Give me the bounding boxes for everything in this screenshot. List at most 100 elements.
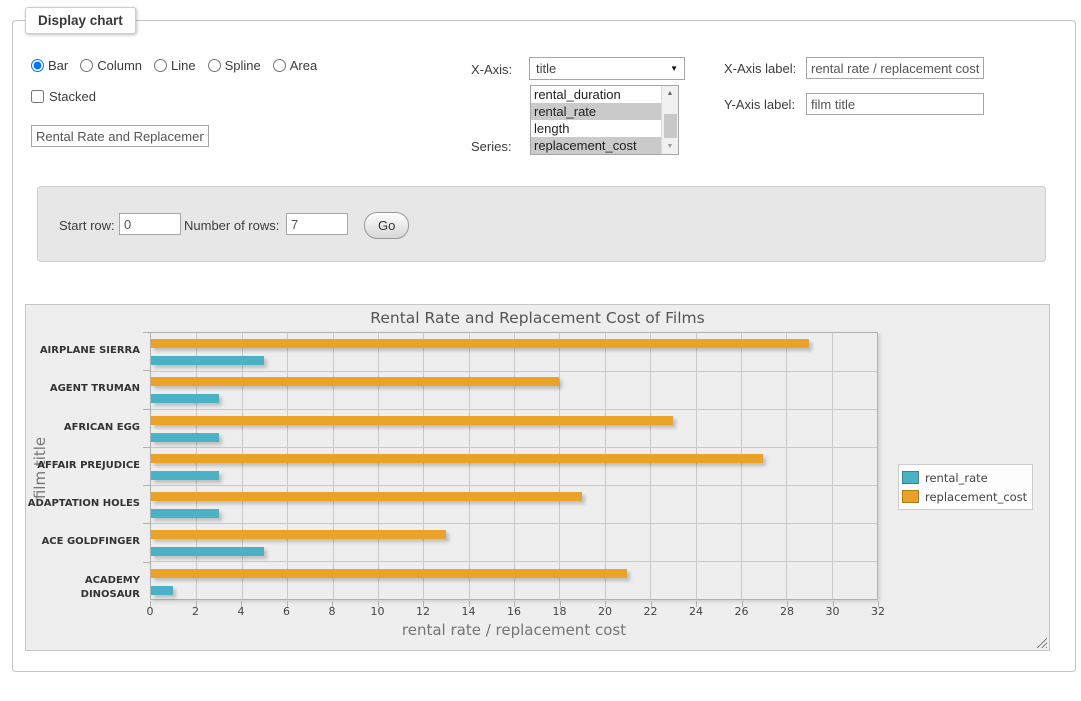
bar-replacement_cost xyxy=(151,569,627,578)
chart-type-option-column[interactable]: Column xyxy=(80,58,142,73)
gridline-horizontal xyxy=(151,523,877,524)
gridline-vertical xyxy=(423,333,424,599)
radio-column[interactable] xyxy=(80,59,93,72)
x-axis-select-label: X-Axis: xyxy=(471,62,512,77)
bar-rental_rate xyxy=(151,394,219,403)
chart-type-option-spline[interactable]: Spline xyxy=(208,58,261,73)
x-tick-mark xyxy=(287,601,288,607)
x-axis-label-input[interactable] xyxy=(806,57,984,79)
legend-swatch-rental_rate xyxy=(902,471,919,484)
chart-legend: rental_rate replacement_cost xyxy=(898,464,1033,510)
panel-title: Display chart xyxy=(25,7,136,34)
bar-rental_rate xyxy=(151,471,219,480)
series-select-label: Series: xyxy=(471,139,511,154)
bar-replacement_cost xyxy=(151,530,446,539)
radio-line[interactable] xyxy=(154,59,167,72)
y-tick-mark xyxy=(143,562,150,563)
x-tick-mark xyxy=(332,601,333,607)
chart-type-option-area[interactable]: Area xyxy=(273,58,317,73)
radio-label: Line xyxy=(171,58,196,73)
x-tick-mark xyxy=(742,601,743,607)
radio-label: Spline xyxy=(225,58,261,73)
series-option[interactable]: length xyxy=(531,120,661,137)
category-label: AFRICAN EGG xyxy=(26,421,140,435)
y-tick-mark xyxy=(143,447,150,448)
legend-row: replacement_cost xyxy=(902,487,1027,506)
chart-type-option-line[interactable]: Line xyxy=(154,58,196,73)
bar-rental_rate xyxy=(151,586,173,595)
legend-label: rental_rate xyxy=(925,471,988,485)
legend-swatch-replacement_cost xyxy=(902,490,919,503)
radio-spline[interactable] xyxy=(208,59,221,72)
series-listbox[interactable]: rental_durationrental_ratelengthreplacem… xyxy=(530,85,679,155)
scroll-down-icon[interactable]: ▼ xyxy=(662,139,678,154)
gridline-vertical xyxy=(378,333,379,599)
chart-type-radio-group: Bar Column Line Spline Area xyxy=(31,58,325,73)
bar-replacement_cost xyxy=(151,416,673,425)
category-label: AGENT TRUMAN xyxy=(26,382,140,396)
x-axis-label-field-label: X-Axis label: xyxy=(724,61,796,76)
x-axis-title: rental rate / replacement cost xyxy=(150,621,878,639)
gridline-horizontal xyxy=(151,447,877,448)
stacked-checkbox[interactable] xyxy=(31,90,44,103)
radio-area[interactable] xyxy=(273,59,286,72)
stacked-label: Stacked xyxy=(49,89,96,104)
gridline-vertical xyxy=(196,333,197,599)
listbox-scrollbar[interactable]: ▲ ▼ xyxy=(661,86,678,154)
gridline-vertical xyxy=(605,333,606,599)
x-axis-selected-value: title xyxy=(536,61,556,76)
gridline-vertical xyxy=(333,333,334,599)
gridline-vertical xyxy=(832,333,833,599)
legend-row: rental_rate xyxy=(902,468,1027,487)
scroll-up-icon[interactable]: ▲ xyxy=(662,86,678,101)
y-tick-mark xyxy=(143,370,150,371)
gridline-vertical xyxy=(287,333,288,599)
chart-type-option-bar[interactable]: Bar xyxy=(31,58,68,73)
radio-bar[interactable] xyxy=(31,59,44,72)
x-tick-mark xyxy=(469,601,470,607)
gridline-vertical xyxy=(650,333,651,599)
x-axis-select[interactable]: title ▼ xyxy=(529,57,685,80)
series-option[interactable]: replacement_cost xyxy=(531,137,661,154)
bar-replacement_cost xyxy=(151,454,763,463)
scrollbar-thumb[interactable] xyxy=(664,114,677,138)
chart-title-input[interactable] xyxy=(31,125,209,147)
x-tick-mark xyxy=(833,601,834,607)
number-of-rows-input[interactable] xyxy=(286,213,348,235)
bar-rental_rate xyxy=(151,356,264,365)
chart-canvas: Rental Rate and Replacement Cost of Film… xyxy=(25,304,1050,651)
stacked-option[interactable]: Stacked xyxy=(31,89,96,104)
x-tick-mark xyxy=(241,601,242,607)
category-label: ADAPTATION HOLES xyxy=(26,497,140,511)
gridline-horizontal xyxy=(151,485,877,486)
gridline-horizontal xyxy=(151,561,877,562)
gridline-vertical xyxy=(741,333,742,599)
y-tick-mark xyxy=(143,523,150,524)
bar-replacement_cost xyxy=(151,492,582,501)
bar-replacement_cost xyxy=(151,339,809,348)
x-tick-mark xyxy=(150,601,151,607)
bar-rental_rate xyxy=(151,433,219,442)
y-tick-mark xyxy=(143,332,150,333)
chart-title: Rental Rate and Replacement Cost of Film… xyxy=(26,309,1049,327)
plot-area xyxy=(150,332,878,600)
start-row-label: Start row: xyxy=(59,218,115,233)
bar-rental_rate xyxy=(151,509,219,518)
category-label: AIRPLANE SIERRA xyxy=(26,344,140,358)
x-tick-mark xyxy=(514,601,515,607)
y-axis-label-input[interactable] xyxy=(806,93,984,115)
bar-replacement_cost xyxy=(151,377,559,386)
gridline-vertical xyxy=(469,333,470,599)
x-tick-mark xyxy=(196,601,197,607)
start-row-input[interactable] xyxy=(119,213,181,235)
category-label: ACE GOLDFINGER xyxy=(26,535,140,549)
x-tick-mark xyxy=(651,601,652,607)
gridline-vertical xyxy=(514,333,515,599)
go-button[interactable]: Go xyxy=(364,212,409,239)
series-option[interactable]: rental_rate xyxy=(531,103,661,120)
x-tick-mark xyxy=(787,601,788,607)
gridline-vertical xyxy=(786,333,787,599)
y-tick-mark xyxy=(143,485,150,486)
resize-grip-icon[interactable] xyxy=(1035,636,1047,648)
series-option[interactable]: rental_duration xyxy=(531,86,661,103)
